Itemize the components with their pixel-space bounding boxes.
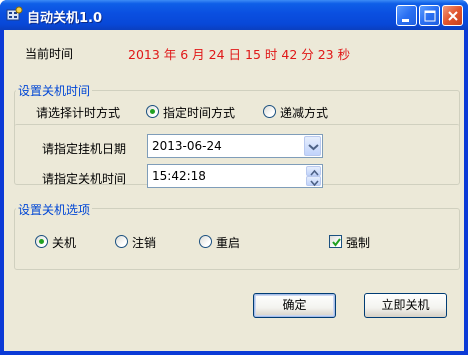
mode-specified-time-label[interactable]: 指定时间方式 <box>163 104 235 121</box>
maximize-button[interactable] <box>419 5 440 26</box>
action-logoff-label[interactable]: 注销 <box>132 234 156 251</box>
check-icon <box>332 238 341 247</box>
chevron-down-icon <box>310 180 319 187</box>
app-icon <box>6 6 23 21</box>
time-up-button[interactable] <box>306 166 321 176</box>
current-time-value: 2013 年 6 月 24 日 15 时 42 分 23 秒 <box>128 47 351 62</box>
minimize-icon <box>402 19 409 22</box>
action-shutdown-label[interactable]: 关机 <box>52 234 76 251</box>
current-time-label: 当前时间 <box>25 47 74 61</box>
client-area: 当前时间 2013 年 6 月 24 日 15 时 42 分 23 秒 设置关机… <box>4 30 464 351</box>
shutdown-now-button[interactable]: 立即关机 <box>364 293 447 318</box>
app-window: 自动关机1.0 当前时间 2013 年 6 月 24 日 15 时 42 分 2… <box>0 0 468 355</box>
shutdown-time-group-title: 设置关机时间 <box>16 82 93 99</box>
date-picker[interactable]: 2013-06-24 <box>147 134 323 158</box>
date-label: 请指定挂机日期 <box>42 142 127 156</box>
action-restart-radio[interactable] <box>199 235 212 248</box>
time-label: 请指定关机时间 <box>42 172 127 186</box>
mode-specified-time-radio[interactable] <box>146 105 159 118</box>
mode-countdown-label[interactable]: 递减方式 <box>280 104 328 121</box>
force-checkbox[interactable] <box>329 235 342 248</box>
timing-mode-label: 请选择计时方式 <box>36 106 121 120</box>
minimize-button[interactable] <box>396 5 417 26</box>
close-button[interactable] <box>442 5 463 26</box>
time-down-button[interactable] <box>306 176 321 187</box>
time-value: 15:42:18 <box>152 169 206 183</box>
options-group-title: 设置关机选项 <box>16 201 93 218</box>
window-title: 自动关机1.0 <box>27 11 103 26</box>
action-shutdown-radio[interactable] <box>35 235 48 248</box>
chevron-down-icon <box>308 144 319 151</box>
maximize-icon <box>424 10 436 22</box>
ok-button[interactable]: 确定 <box>253 293 336 318</box>
force-label[interactable]: 强制 <box>346 234 370 251</box>
close-icon <box>448 11 458 21</box>
title-bar[interactable]: 自动关机1.0 <box>0 0 468 30</box>
time-spinner[interactable]: 15:42:18 <box>147 164 323 188</box>
mode-countdown-radio[interactable] <box>263 105 276 118</box>
action-logoff-radio[interactable] <box>115 235 128 248</box>
date-value: 2013-06-24 <box>152 139 222 153</box>
date-dropdown-button[interactable] <box>304 136 321 156</box>
action-restart-label[interactable]: 重启 <box>216 234 240 251</box>
